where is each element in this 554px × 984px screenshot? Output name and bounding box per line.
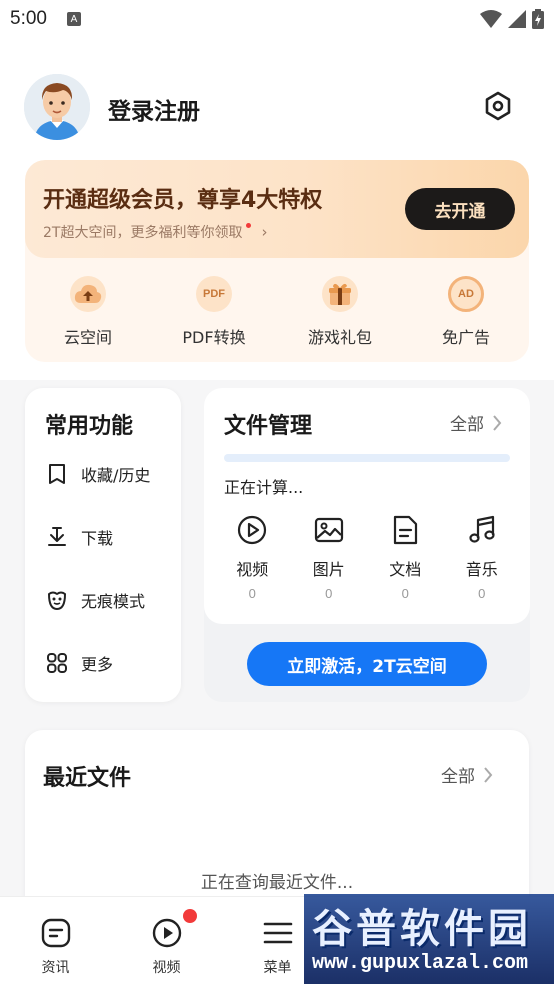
status-bar: 5:00 A [0,0,554,38]
vip-feature-gift[interactable]: 游戏礼包 [277,276,403,356]
recent-files-title: 最近文件 [43,766,132,791]
bookmark-icon [49,464,65,484]
vip-features: 云空间 PDF PDF转换 游戏礼包 AD 免广告 [25,276,529,356]
file-type-count: 0 [401,586,409,601]
watermark-title: 谷普软件园 [312,906,532,952]
common-item-incognito[interactable]: 无痕模式 [45,588,145,612]
avatar[interactable] [24,74,90,140]
chevron-right-icon: › [261,223,268,241]
chevron-right-icon [493,414,502,431]
pdf-icon: PDF [196,276,232,312]
common-item-label: 下载 [81,529,114,548]
status-time: 5:00 [10,8,47,29]
file-type-image[interactable]: 图片 0 [291,514,368,601]
notification-badge [183,909,197,923]
ad-free-icon: AD [448,276,484,312]
common-item-label: 无痕模式 [81,592,146,611]
vip-subtitle-text: 2T超大空间，更多福利等你领取 [43,225,243,241]
image-icon [314,517,343,543]
vip-feature-label: 免广告 [441,328,490,347]
vip-feature-adfree[interactable]: AD 免广告 [403,276,529,356]
vip-title: 开通超级会员，尊享4大特权 [43,188,323,213]
play-icon [152,918,181,948]
common-item-bookmarks[interactable]: 收藏/历史 [45,462,150,486]
settings-button[interactable] [482,90,514,122]
watermark: 谷普软件园 www.gupuxlazal.com [304,894,554,984]
nav-label: 菜单 [263,960,292,976]
recent-files-status: 正在查询最近文件... [200,873,354,893]
news-icon [41,918,70,948]
all-link-label: 全部 [450,415,484,435]
red-dot-badge [246,222,252,228]
nav-label: 资讯 [41,960,70,976]
download-icon [48,527,66,546]
file-management-panel: 文件管理 全部 正在计算... 视频 0 图片 0 文档 0 音乐 0 立即激活… [204,388,530,702]
all-link-label: 全部 [441,767,475,787]
vip-banner[interactable]: 开通超级会员，尊享4大特权 2T超大空间，更多福利等你领取 › 去开通 [25,160,529,258]
avatar-icon [24,74,90,140]
chevron-right-icon [484,766,493,783]
vip-feature-cloud[interactable]: 云空间 [25,276,151,356]
file-type-count: 0 [325,586,333,601]
login-register-link[interactable]: 登录注册 [108,92,200,126]
open-vip-button[interactable]: 去开通 [405,188,515,230]
vip-feature-label: PDF转换 [182,328,246,347]
file-type-label: 图片 [312,560,345,579]
file-management-card: 文件管理 全部 正在计算... 视频 0 图片 0 文档 0 音乐 0 [204,388,530,624]
file-type-label: 音乐 [465,560,498,579]
file-type-count: 0 [248,586,256,601]
grid-icon [47,653,67,673]
activate-cloud-button[interactable]: 立即激活，2T云空间 [247,642,487,686]
file-type-document[interactable]: 文档 0 [367,514,444,601]
file-type-list: 视频 0 图片 0 文档 0 音乐 0 [214,514,520,601]
cloud-upload-icon [70,276,106,312]
wifi-icon [480,10,502,28]
storage-progress-bar [224,454,510,462]
vip-subtitle[interactable]: 2T超大空间，更多福利等你领取 › [43,222,267,242]
recent-files-all-link[interactable]: 全部 [441,762,493,787]
file-type-count: 0 [478,586,486,601]
document-icon [394,515,418,545]
file-type-label: 文档 [389,560,422,579]
file-type-music[interactable]: 音乐 0 [444,514,521,601]
vip-feature-label: 云空间 [63,328,112,347]
file-type-label: 视频 [236,560,269,579]
gift-icon [322,276,358,312]
nav-label: 视频 [152,960,181,976]
common-functions-card: 常用功能 收藏/历史 下载 无痕模式 更多 [25,388,181,702]
video-icon [238,515,267,545]
status-icons [480,9,544,29]
storage-status: 正在计算... [224,478,304,497]
settings-hexagon-icon [485,91,511,121]
file-management-title: 文件管理 [224,414,313,439]
nav-item-news[interactable]: 资讯 [0,897,111,984]
file-type-video[interactable]: 视频 0 [214,514,291,601]
common-item-label: 收藏/历史 [81,466,151,485]
common-item-more[interactable]: 更多 [45,651,113,675]
watermark-url: www.gupuxlazal.com [312,952,529,975]
battery-icon [532,9,544,29]
common-item-label: 更多 [81,655,114,674]
vip-feature-label: 游戏礼包 [307,328,372,347]
file-management-all-link[interactable]: 全部 [450,410,502,435]
common-item-download[interactable]: 下载 [45,525,113,549]
common-functions-title: 常用功能 [45,414,134,439]
menu-icon [263,922,292,944]
vip-feature-pdf[interactable]: PDF PDF转换 [151,276,277,356]
music-icon [469,515,495,543]
vip-promo-card: 开通超级会员，尊享4大特权 2T超大空间，更多福利等你领取 › 去开通 云空间 … [25,160,529,362]
notification-icon: A [66,12,81,26]
nav-item-video[interactable]: 视频 [111,897,222,984]
signal-icon [508,10,526,28]
incognito-icon [48,591,66,610]
